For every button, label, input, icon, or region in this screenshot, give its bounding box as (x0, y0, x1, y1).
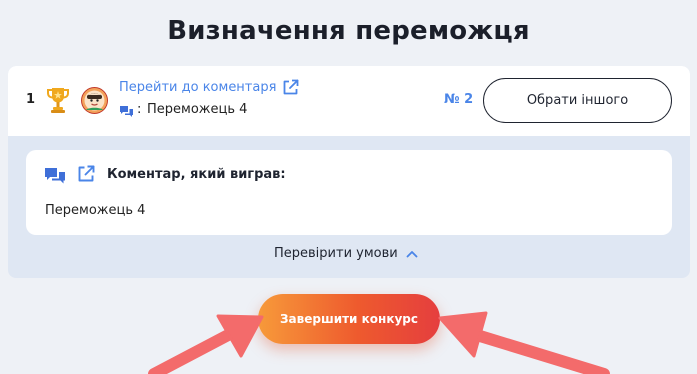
comments-icon (45, 168, 65, 184)
winning-comment-card: Коментар, який виграв: Переможець 4 (26, 150, 672, 235)
external-link-icon[interactable] (77, 165, 95, 183)
page-title: Визначення переможця (167, 16, 530, 46)
external-link-icon[interactable] (282, 79, 299, 96)
winner-colon: : (137, 102, 142, 117)
choose-another-button[interactable]: Обрати іншого (483, 78, 672, 123)
winner-place: 1 (26, 92, 36, 107)
chevron-up-icon (406, 250, 418, 257)
check-conditions-label: Перевірити умови (274, 246, 398, 261)
winner-name: Переможець 4 (147, 102, 248, 117)
trophy-icon (47, 88, 69, 113)
comment-number: № 2 (444, 92, 474, 107)
finish-contest-button[interactable]: Завершити конкурс (258, 294, 440, 344)
winning-comment-heading: Коментар, який виграв: (107, 167, 286, 182)
winning-comment-text: Переможець 4 (45, 203, 146, 218)
annotation-arrow-left-icon (148, 314, 264, 374)
comments-icon (120, 106, 133, 117)
contest-winner-page: Визначення переможця 1 Перейти до комент… (0, 0, 697, 374)
check-conditions-toggle[interactable]: Перевірити умови (274, 246, 418, 261)
avatar-icon (81, 87, 108, 114)
goto-comment-link[interactable]: Перейти до коментаря (119, 80, 276, 95)
annotation-arrow-right-icon (438, 311, 610, 374)
winner-panel: 1 Перейти до коментаря: Переможець 4 № … (8, 66, 690, 278)
winner-row: 1 Перейти до коментаря: Переможець 4 № … (8, 66, 690, 136)
